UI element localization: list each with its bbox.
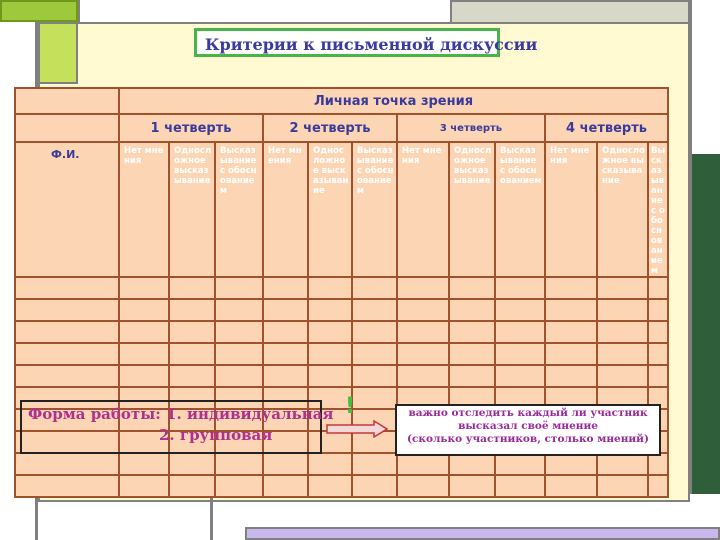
- quarter-2-header: 2 четверть: [262, 113, 398, 143]
- table-row: [14, 452, 670, 476]
- decor-block-gray-top: [450, 0, 690, 24]
- note-line-2: высказал своё мнение: [458, 420, 598, 432]
- table-row: [14, 298, 670, 322]
- decor-block-dark-green: [690, 154, 720, 494]
- criterion-cell: Односложное высказывание: [307, 141, 353, 278]
- form-of-work-box: Форма работы: 1. индивидуальная 2. групп…: [20, 400, 334, 454]
- decor-block-lavender: [245, 527, 720, 540]
- note-line-3: (сколько участников, столько мнений): [407, 433, 649, 445]
- form-of-work-line-2: 2. групповая: [159, 426, 273, 444]
- table-row: [14, 320, 670, 344]
- fio-column-header: Ф.И.: [14, 141, 120, 278]
- quarter-1-header: 1 четверть: [118, 113, 264, 143]
- criteria-table: Личная точка зрения 1 четверть 2 четверт…: [14, 87, 670, 498]
- criterion-cell: Нет мнения: [396, 141, 450, 278]
- note-box: важно отследить каждый ли участник выска…: [395, 404, 661, 456]
- note-line-1: важно отследить каждый ли участник: [408, 407, 648, 419]
- decor-block-right-top: [690, 24, 720, 154]
- slide-title: Критерии к письменной дискуссии: [194, 28, 537, 57]
- criterion-cell: Односложное высказывание: [596, 141, 649, 278]
- criterion-cell: Односложное высказывание: [448, 141, 496, 278]
- criterion-cell: Нет мнения: [544, 141, 598, 278]
- criterion-cell: Высказывание с обоснованием: [214, 141, 264, 278]
- table-header: Личная точка зрения: [117, 87, 670, 115]
- criterion-cell: Высказывание с обоснованием: [646, 141, 670, 278]
- table-quarter-blank: [14, 113, 120, 143]
- quarter-4-header: 4 четверть: [543, 113, 670, 143]
- criterion-cell: Высказывание с обоснованием: [351, 141, 398, 278]
- criterion-cell: Односложное высказывание: [168, 141, 216, 278]
- decor-block-green-top: [0, 0, 78, 22]
- quarter-3-header: 3 четверть: [396, 113, 546, 143]
- table-row: [14, 342, 670, 366]
- table-row: [14, 474, 670, 498]
- table-corner-cell: [14, 87, 120, 115]
- criterion-cell: Нет мнения: [262, 141, 309, 278]
- right-arrow-icon: [326, 420, 388, 438]
- criterion-cell: Нет мнения: [118, 141, 170, 278]
- form-of-work-line-1: Форма работы: 1. индивидуальная: [28, 405, 334, 423]
- decor-block-green-left: [38, 22, 78, 84]
- decor-block-white-corner: [690, 0, 720, 24]
- table-row: [14, 364, 670, 388]
- table-row: [14, 276, 670, 300]
- criterion-cell: Высказывание с обоснованием: [494, 141, 546, 278]
- decor-block-white-top: [78, 0, 450, 22]
- exclamation-mark: !: [345, 394, 356, 419]
